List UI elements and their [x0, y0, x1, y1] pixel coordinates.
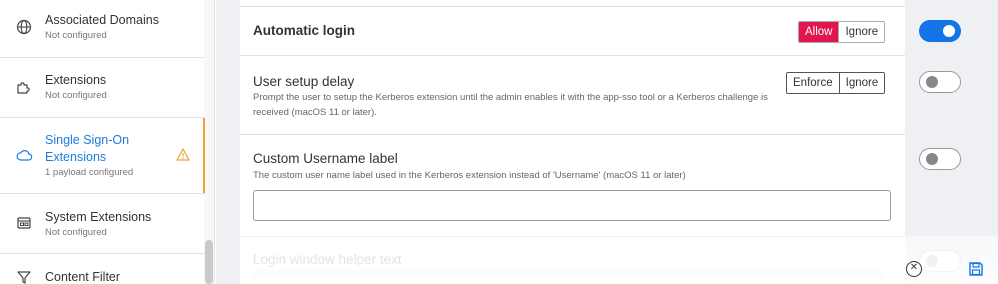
warning-icon — [176, 148, 190, 166]
sidebar-item-status: 1 payload configured — [45, 167, 134, 178]
sidebar-item-content-filter[interactable]: Content Filter — [0, 254, 205, 284]
toggle-knob — [943, 25, 955, 37]
sidebar: Associated Domains Not configured Extens… — [0, 0, 215, 284]
custom-username-label-toggle[interactable] — [919, 148, 961, 170]
sidebar-item-label-line2: Extensions — [45, 150, 107, 164]
ignore-option[interactable]: Ignore — [838, 73, 885, 93]
enforce-option[interactable]: Enforce — [787, 73, 839, 93]
sidebar-item-status: Not configured — [45, 227, 107, 238]
automatic-login-toggle[interactable] — [919, 20, 961, 42]
custom-username-label-input[interactable] — [253, 190, 891, 221]
login-window-helper-text-title: Login window helper text — [253, 252, 402, 267]
sidebar-item-system-extensions[interactable]: System Extensions Not configured — [0, 194, 205, 253]
cloud-icon — [16, 147, 34, 165]
toggle-column — [905, 0, 998, 284]
allow-option[interactable]: Allow — [799, 22, 839, 42]
sidebar-item-label: Content Filter — [45, 270, 121, 284]
custom-username-label-description: The custom user name label used in the K… — [253, 170, 686, 181]
sidebar-item-status: Not configured — [45, 90, 107, 101]
custom-username-label-title: Custom Username label — [253, 151, 398, 166]
extensions-icon — [16, 215, 34, 233]
close-circle-icon[interactable]: ✕ — [906, 261, 922, 277]
sidebar-item-status: Not configured — [45, 30, 107, 41]
sidebar-item-label: Associated Domains — [45, 13, 159, 27]
user-setup-delay-segmented: Enforce Ignore — [786, 72, 886, 94]
automatic-login-segmented: Allow Ignore — [798, 21, 886, 43]
divider — [240, 134, 905, 135]
helper-text-description-placeholder — [253, 270, 883, 278]
user-setup-delay-title: User setup delay — [253, 74, 355, 89]
puzzle-icon — [16, 79, 34, 97]
gutter — [216, 0, 240, 284]
login-window-helper-text-toggle[interactable] — [919, 250, 961, 272]
sidebar-item-single-sign-on-extensions[interactable]: Single Sign-On Extensions 1 payload conf… — [0, 118, 205, 193]
filter-icon — [16, 269, 34, 284]
automatic-login-title: Automatic login — [253, 23, 355, 38]
app-root: Associated Domains Not configured Extens… — [0, 0, 998, 284]
sidebar-item-label: Extensions — [45, 73, 107, 87]
globe-icon — [16, 19, 34, 37]
save-icon[interactable] — [968, 261, 984, 277]
divider — [240, 6, 905, 7]
sidebar-scrollbar[interactable] — [205, 240, 213, 284]
toggle-knob — [926, 255, 938, 267]
ignore-option[interactable]: Ignore — [838, 22, 885, 42]
toggle-knob — [926, 153, 938, 165]
sidebar-item-label: System Extensions — [45, 210, 152, 224]
sidebar-item-associated-domains[interactable]: Associated Domains Not configured — [0, 0, 205, 57]
user-setup-delay-description: Prompt the user to setup the Kerberos ex… — [253, 92, 768, 118]
divider — [240, 55, 905, 56]
toggle-knob — [926, 76, 938, 88]
divider — [240, 236, 905, 237]
sidebar-item-extensions[interactable]: Extensions Not configured — [0, 58, 205, 117]
user-setup-delay-toggle[interactable] — [919, 71, 961, 93]
sidebar-item-label: Single Sign-On — [45, 133, 130, 147]
